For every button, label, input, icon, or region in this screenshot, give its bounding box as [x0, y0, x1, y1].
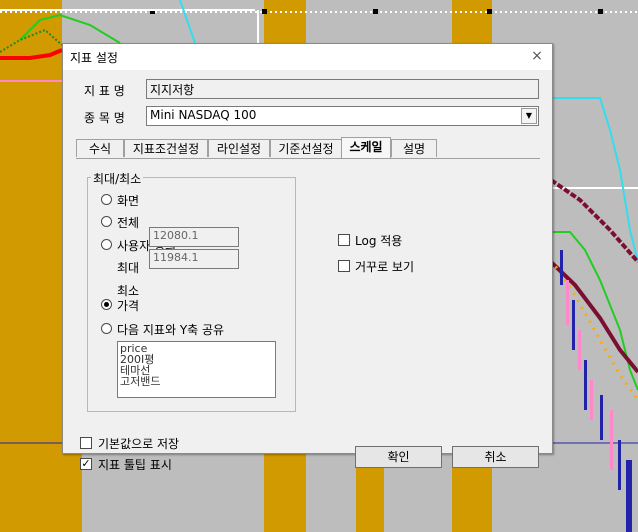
- chevron-down-icon[interactable]: ▼: [521, 108, 537, 124]
- radio-all-label: 전체: [117, 216, 140, 230]
- list-item[interactable]: 고저밴드: [120, 376, 273, 387]
- tab-scale[interactable]: 스케일: [341, 137, 391, 158]
- tab-condition[interactable]: 지표조건설정: [124, 139, 208, 157]
- share-indicator-list[interactable]: price 200I평 테마선 고저밴드: [117, 341, 276, 398]
- radio-screen[interactable]: [101, 194, 112, 205]
- radio-price[interactable]: [101, 299, 112, 310]
- minmax-group-title: 최대/최소: [91, 170, 144, 187]
- save-default-checkbox[interactable]: [80, 437, 92, 449]
- radio-share-yaxis-label: 다음 지표와 Y축 공유: [117, 323, 225, 337]
- tab-line[interactable]: 라인설정: [208, 139, 270, 157]
- tooltip-checkbox[interactable]: ✓: [80, 458, 92, 470]
- radio-all[interactable]: [101, 216, 112, 227]
- title-bar[interactable]: 지표 설정 ×: [63, 44, 552, 70]
- symbol-select[interactable]: Mini NASDAQ 100 ▼: [146, 106, 539, 126]
- tab-description[interactable]: 설명: [391, 139, 437, 157]
- log-scale-checkbox[interactable]: [338, 234, 350, 246]
- symbol-label: 종 목 명: [84, 111, 125, 125]
- log-scale-label: Log 적용: [355, 234, 403, 248]
- gold-band: [0, 0, 62, 532]
- gold-band: [62, 452, 82, 532]
- radio-share-yaxis[interactable]: [101, 323, 112, 334]
- min-field: 11984.1: [149, 249, 239, 269]
- invert-label: 거꾸로 보기: [355, 260, 415, 274]
- max-field: 12080.1: [149, 227, 239, 247]
- tooltip-label: 지표 툴팁 표시: [98, 458, 172, 472]
- save-default-label: 기본값으로 저장: [98, 437, 180, 451]
- symbol-value: Mini NASDAQ 100: [150, 108, 257, 122]
- tab-divider: [76, 158, 540, 159]
- indicator-settings-dialog: 지표 설정 × 지 표 명 지지저항 종 목 명 Mini NASDAQ 100…: [62, 43, 553, 472]
- invert-checkbox[interactable]: [338, 260, 350, 272]
- max-label: 최대: [117, 261, 140, 275]
- cancel-button[interactable]: 취소: [452, 446, 539, 468]
- tab-baseline[interactable]: 기준선설정: [270, 139, 342, 157]
- tab-formula[interactable]: 수식: [76, 139, 124, 157]
- radio-price-label: 가격: [117, 299, 140, 313]
- dialog-title: 지표 설정: [70, 51, 118, 65]
- close-icon[interactable]: ×: [528, 47, 546, 65]
- indicator-name-field: 지지저항: [146, 79, 539, 99]
- radio-user[interactable]: [101, 239, 112, 250]
- ok-button[interactable]: 확인: [355, 446, 442, 468]
- indicator-name-label: 지 표 명: [84, 84, 125, 98]
- radio-screen-label: 화면: [117, 194, 140, 208]
